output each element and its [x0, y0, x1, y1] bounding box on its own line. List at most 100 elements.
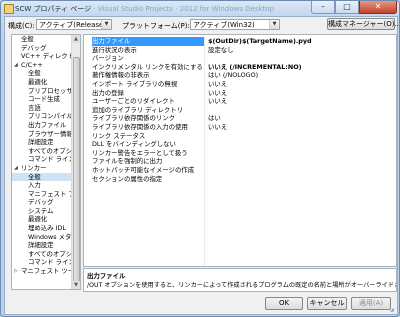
property-value[interactable]: いいえ (/INCREMENTAL:NO) — [208, 63, 394, 72]
tree-item-label: 埋め込み IDL — [28, 224, 66, 233]
tree-item[interactable]: システム — [12, 207, 72, 216]
property-value[interactable]: 設定なし — [208, 46, 394, 55]
property-row[interactable]: DLL をバインディングしない — [84, 140, 396, 149]
tree-item[interactable]: コマンド ライン — [12, 155, 72, 164]
tree-item-label: VC++ ディレクトリ — [21, 52, 72, 61]
tree-item[interactable]: プリプロセッサ — [12, 87, 72, 96]
expanded-icon[interactable]: ◢ — [14, 165, 19, 171]
resize-grip-icon[interactable]: ◢ — [390, 307, 396, 313]
tree-item[interactable]: マニフェスト ファイル — [12, 190, 72, 199]
scroll-up-icon[interactable]: ▲ — [72, 35, 80, 43]
property-row[interactable]: セクションの属性の指定 — [84, 175, 396, 184]
tree-item[interactable]: VC++ ディレクトリ — [12, 52, 72, 61]
tree-item-label: プリコンパイル済みヘッダー — [28, 112, 72, 121]
property-row[interactable]: インクリメンタル リンクを有効にする いいえ (/INCREMENTAL:NO) — [84, 63, 396, 72]
collapsed-icon[interactable]: ▷ — [14, 269, 19, 274]
property-row[interactable]: ファイルを強制的に出力 — [84, 157, 396, 166]
tree-item-label: ブラウザー情報 — [28, 129, 72, 138]
tree-item[interactable]: プリコンパイル済みヘッダー — [12, 112, 72, 121]
tree-item-label: すべてのオプション — [28, 249, 72, 258]
tree-item[interactable]: ◢ C/C++ — [12, 61, 72, 70]
property-row[interactable]: 出力ファイル $(OutDir)$(TargetName).pyd — [84, 37, 396, 46]
tree-item[interactable]: 最適化 — [12, 78, 72, 87]
tree-item[interactable]: 埋め込み IDL — [12, 224, 72, 233]
configuration-manager-button[interactable]: 構成マネージャー(O)... — [327, 18, 399, 30]
configuration-dropdown[interactable]: アクティブ(Release) ▼ — [36, 19, 112, 30]
tree-item[interactable]: 出力ファイル — [12, 121, 72, 130]
tree-item[interactable]: すべてのオプション — [12, 250, 72, 259]
tree-item[interactable]: すべてのオプション — [12, 147, 72, 156]
scroll-thumb[interactable] — [73, 57, 80, 283]
tree-item-label: システム — [28, 206, 54, 215]
property-name: 出力の登録 — [92, 88, 124, 97]
property-row[interactable]: リンカー警告をエラーとして扱う — [84, 149, 396, 158]
property-row[interactable]: インポート ライブラリの無視 いいえ — [84, 80, 396, 89]
tree-item-label: 入力 — [28, 181, 41, 190]
property-value[interactable]: はい — [208, 114, 394, 123]
close-button[interactable]: ✕ — [359, 1, 397, 14]
property-name: DLL をバインディングしない — [92, 140, 176, 149]
tree-item-label: デバッグ — [28, 198, 54, 207]
property-value[interactable]: いいえ — [208, 89, 394, 98]
expanded-icon[interactable]: ◢ — [14, 62, 19, 68]
tree-item[interactable]: 詳細設定 — [12, 138, 72, 147]
apply-button[interactable]: 適用(A) — [351, 297, 391, 310]
property-value[interactable]: いいえ — [208, 80, 394, 89]
tree-item-label: デバッグ — [21, 43, 47, 52]
property-row[interactable]: 著作権情報の非表示 はい (/NOLOGO) — [84, 71, 396, 80]
property-name: リンカー警告をエラーとして扱う — [92, 148, 188, 157]
property-name: ファイルを強制的に出力 — [92, 157, 163, 166]
property-row[interactable]: 追加のライブラリ ディレクトリ — [84, 106, 396, 115]
tree-item[interactable]: Windows メタデータ — [12, 233, 72, 242]
tree-item-label: マニフェスト ファイル — [28, 189, 72, 198]
property-value[interactable]: $(OutDir)$(TargetName).pyd — [208, 37, 394, 46]
platform-dropdown[interactable]: アクティブ(Win32) ▼ — [190, 19, 280, 30]
tree-item-label: 出力ファイル — [28, 120, 67, 129]
configuration-bar: 構成(C): アクティブ(Release) ▼ プラットフォーム(P): アクテ… — [5, 17, 399, 33]
category-tree[interactable]: 全般デバッグVC++ ディレクトリ◢C/C++全般最適化プリプロセッサコード生成… — [11, 34, 81, 290]
property-name: 著作権情報の非表示 — [92, 71, 150, 80]
tree-scrollbar[interactable]: ▲ ▼ — [71, 35, 80, 289]
tree-item[interactable]: デバッグ — [12, 198, 72, 207]
tree-item-label: 全般 — [28, 172, 41, 182]
property-row[interactable]: 進行状況の表示 設定なし — [84, 46, 396, 55]
tree-item[interactable]: コード生成 — [12, 95, 72, 104]
tree-item[interactable]: コマンド ライン — [12, 258, 72, 267]
tree-item[interactable]: 入力 — [12, 181, 72, 190]
title-bar[interactable]: SCW プロパティ ページ · Visual Studio Projects ·… — [1, 1, 399, 16]
property-row[interactable]: ユーザーごとのリダイレクト いいえ — [84, 97, 396, 106]
ok-button[interactable]: OK — [265, 297, 303, 310]
tree-item[interactable]: ブラウザー情報 — [12, 130, 72, 139]
property-row[interactable]: 出力の登録 いいえ — [84, 89, 396, 98]
property-value[interactable]: いいえ — [208, 123, 394, 132]
tree-item-label: 全般 — [21, 35, 34, 43]
tree-item[interactable]: ◢ リンカー — [12, 164, 72, 173]
property-row[interactable]: ホットパッチ可能なイメージの作成 — [84, 166, 396, 175]
scroll-down-icon[interactable]: ▼ — [72, 281, 80, 289]
tree-item-label: C/C++ — [21, 60, 43, 69]
minimize-button[interactable]: – — [311, 1, 335, 14]
tree-item[interactable]: ▷マニフェスト ツール — [12, 267, 72, 276]
chevron-down-icon: ▼ — [101, 20, 111, 29]
property-grid[interactable]: 出力ファイル $(OutDir)$(TargetName).pyd 進行状況の表示 設… — [83, 34, 397, 267]
property-value[interactable]: はい (/NOLOGO) — [208, 71, 394, 80]
tree-item[interactable]: 全般 — [12, 69, 72, 78]
property-name: インクリメンタル リンクを有効にする — [92, 62, 202, 71]
maximize-button[interactable]: □ — [335, 1, 359, 14]
tree-item[interactable]: デバッグ — [12, 44, 72, 53]
tree-item[interactable]: 言語 — [12, 104, 72, 113]
property-name: 出力ファイル — [92, 37, 204, 46]
chevron-down-icon: ▼ — [269, 20, 279, 29]
property-row[interactable]: バージョン — [84, 54, 396, 63]
tree-item[interactable]: 全般 — [12, 35, 72, 44]
tree-item-label: コード生成 — [28, 95, 60, 104]
cancel-button[interactable]: キャンセル — [307, 297, 347, 310]
property-row[interactable]: ライブラリ依存関係のリンク はい — [84, 114, 396, 123]
tree-item[interactable]: 全般 — [12, 172, 72, 182]
tree-item[interactable]: 詳細設定 — [12, 241, 72, 250]
app-icon — [4, 4, 14, 14]
property-row[interactable]: リンク ステータス — [84, 132, 396, 141]
property-row[interactable]: ライブラリ依存関係の入力の使用 いいえ — [84, 123, 396, 132]
property-value[interactable]: いいえ — [208, 97, 394, 106]
tree-item[interactable]: 最適化 — [12, 215, 72, 224]
